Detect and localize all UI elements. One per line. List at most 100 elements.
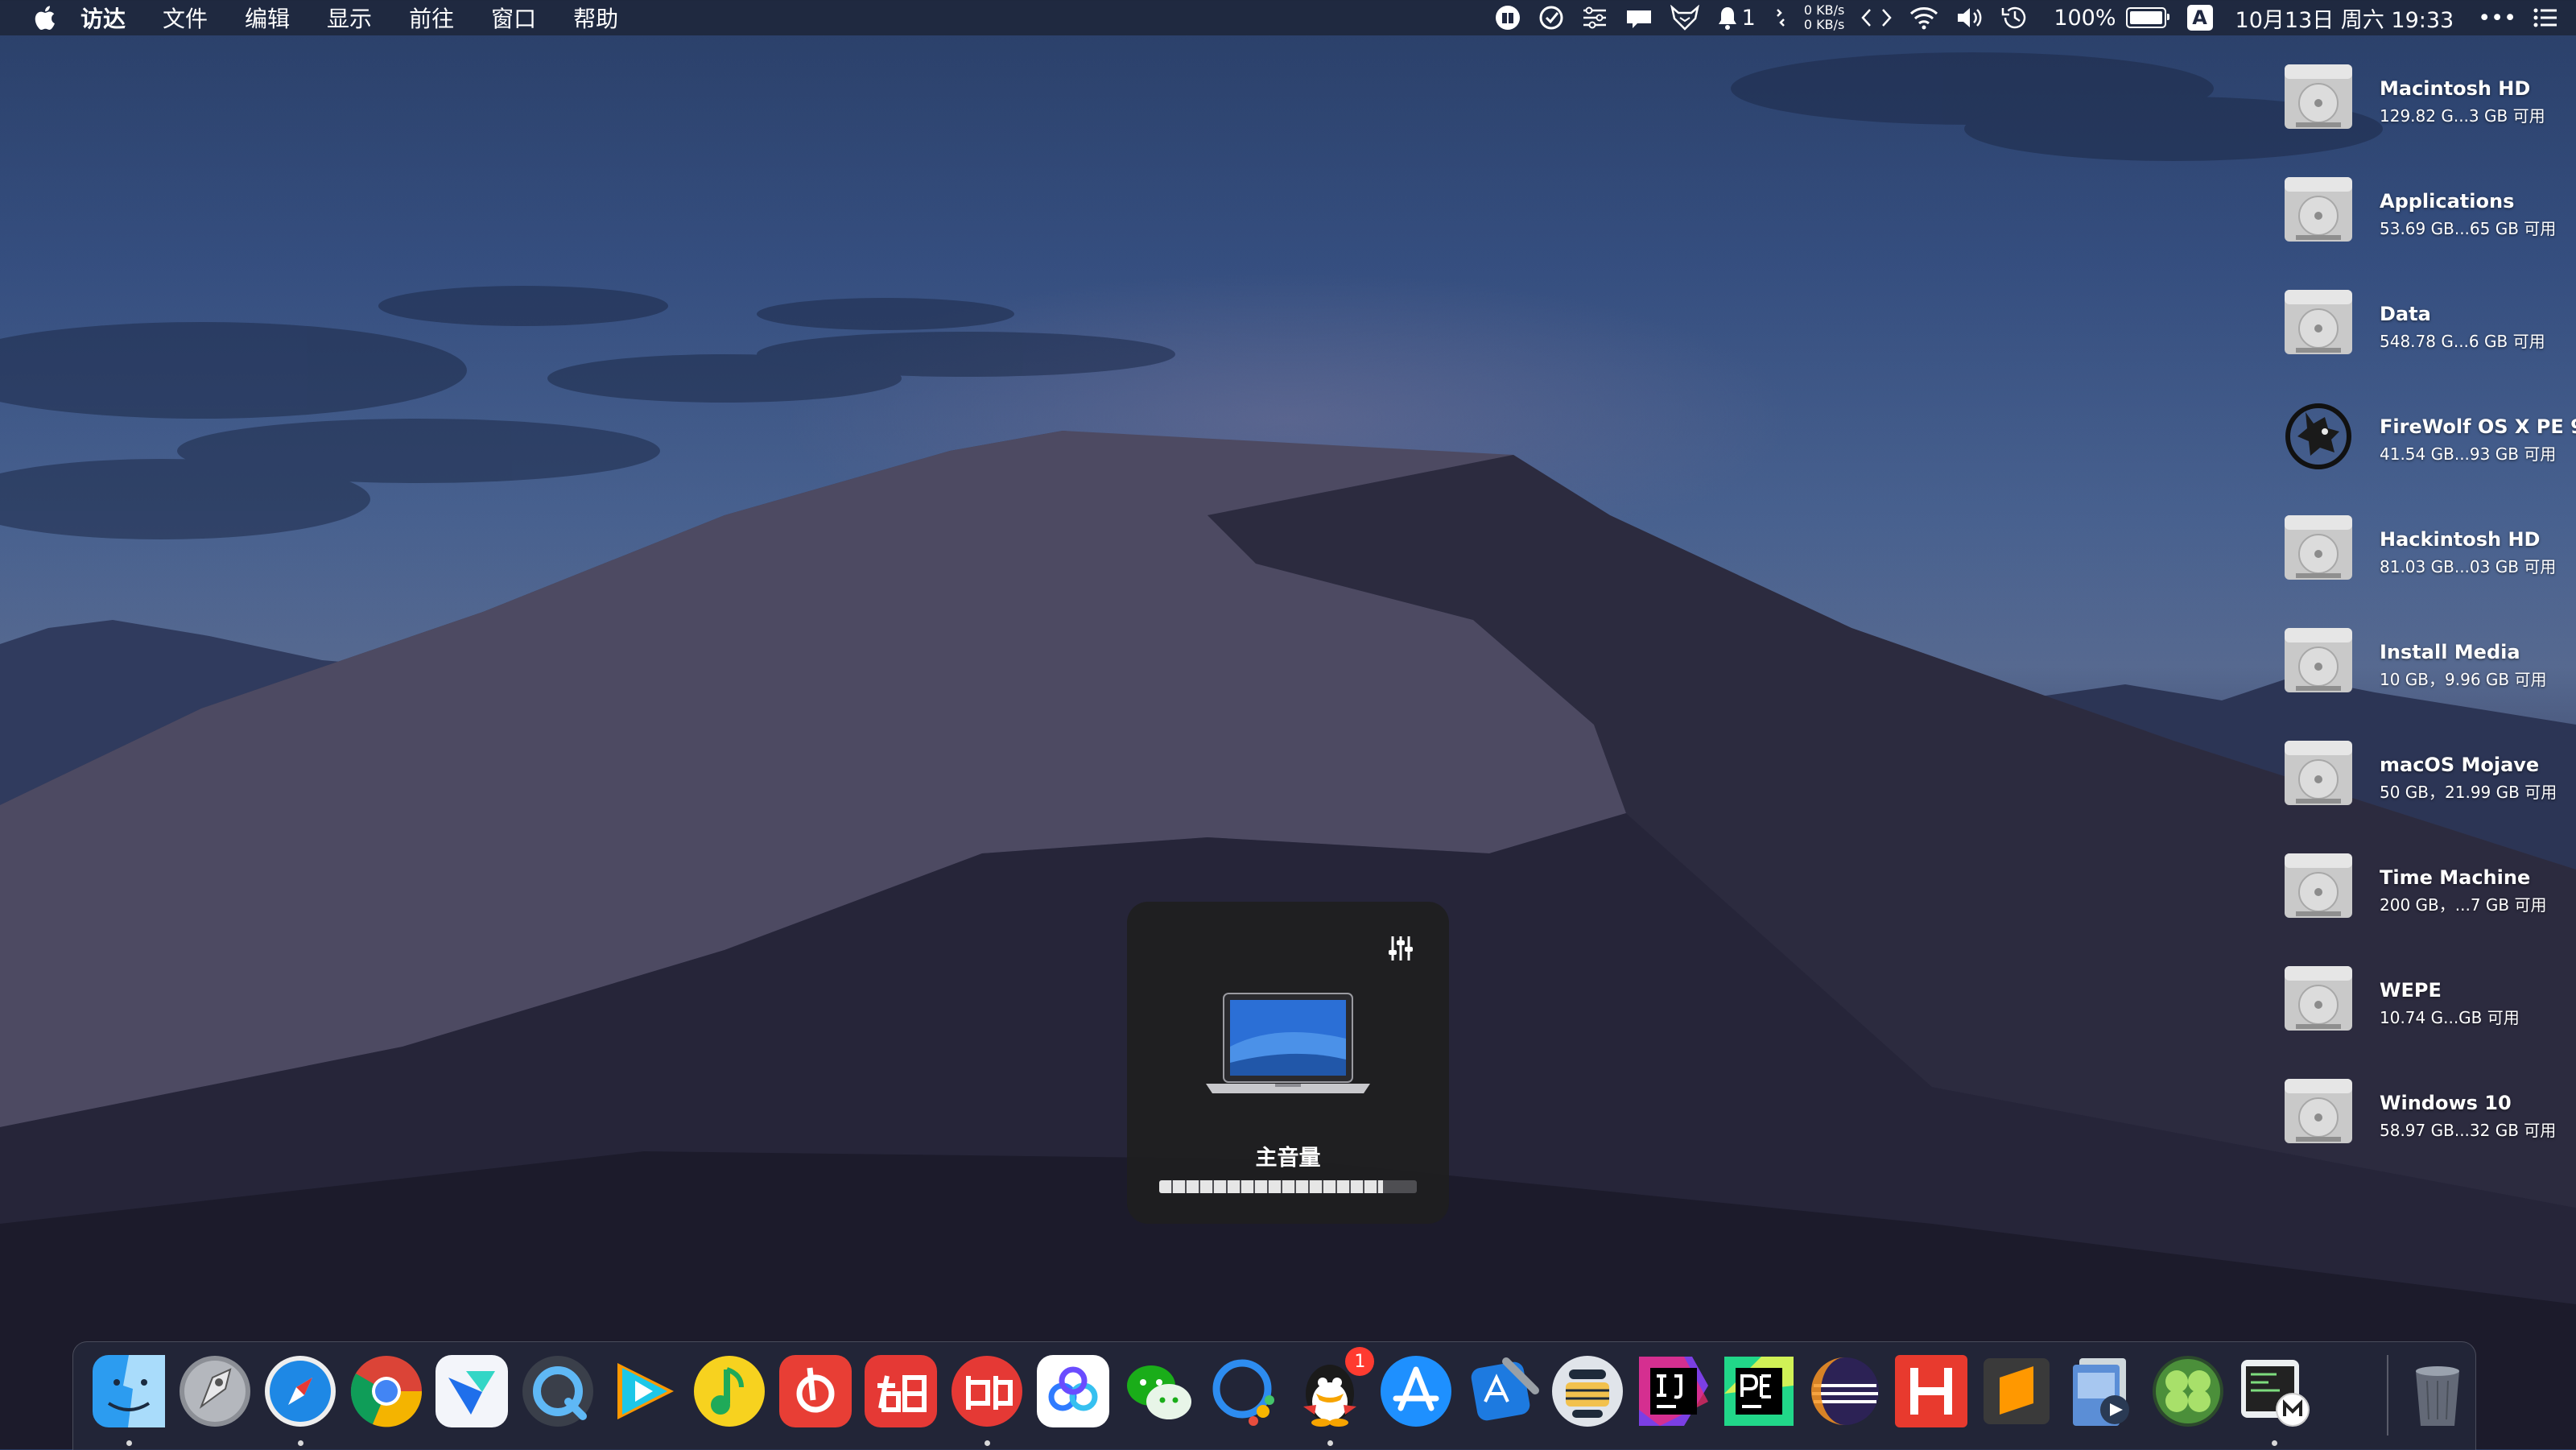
dock-app-chrome[interactable] bbox=[349, 1353, 424, 1429]
baidu-netdisk-icon bbox=[1036, 1355, 1109, 1427]
dock-app-youdao[interactable] bbox=[863, 1353, 939, 1429]
dock-app-app-store[interactable] bbox=[1378, 1353, 1454, 1429]
menu-edit[interactable]: 编辑 bbox=[245, 2, 290, 34]
netease-music-icon bbox=[778, 1355, 852, 1427]
notification-count: 1 bbox=[1741, 5, 1756, 31]
volume-info: 200 GB，...7 GB 可用 bbox=[2380, 895, 2547, 915]
volume-info: 53.69 GB...65 GB 可用 bbox=[2380, 219, 2557, 238]
menu-app-finder[interactable]: 访达 bbox=[80, 2, 126, 34]
speaker-icon[interactable] bbox=[1955, 0, 1984, 35]
volume-hackintosh-hd[interactable]: Hackintosh HD 81.03 GB...03 GB 可用 bbox=[2275, 504, 2573, 593]
running-indicator-netease-mail bbox=[985, 1440, 990, 1446]
dock-app-finder[interactable] bbox=[91, 1353, 167, 1429]
chrome-icon bbox=[350, 1356, 422, 1427]
tencent-video-icon bbox=[617, 1363, 674, 1419]
volume-install-media[interactable]: Install Media 10 GB，9.96 GB 可用 bbox=[2275, 617, 2573, 705]
firewolf-icon bbox=[2285, 403, 2351, 469]
dock-app-feishu[interactable] bbox=[434, 1353, 510, 1429]
volume-level-bar bbox=[1159, 1180, 1417, 1193]
notification-center-icon[interactable] bbox=[2533, 0, 2558, 35]
volume-wepe[interactable]: WEPE 10.74 G...GB 可用 bbox=[2275, 955, 2573, 1043]
dock-app-tencent-video[interactable] bbox=[606, 1353, 682, 1429]
input-method-indicator[interactable]: A bbox=[2186, 5, 2213, 31]
hard-disk-icon bbox=[2285, 628, 2352, 692]
dock-app-qq[interactable]: 1 bbox=[1292, 1347, 1375, 1429]
volume-info: 129.82 G...3 GB 可用 bbox=[2380, 106, 2545, 126]
hard-disk-icon bbox=[2285, 853, 2352, 918]
more-icon[interactable]: ••• bbox=[2478, 6, 2516, 31]
dock-app-wecom[interactable] bbox=[1207, 1353, 1282, 1429]
hard-disk-icon bbox=[2285, 177, 2352, 242]
hud-label: 主音量 bbox=[1255, 1146, 1321, 1171]
app-store-icon bbox=[1381, 1356, 1451, 1427]
reader-icon[interactable] bbox=[1494, 0, 1521, 35]
eclipse-icon bbox=[1811, 1357, 1879, 1425]
volume-data[interactable]: Data 548.78 G...6 GB 可用 bbox=[2275, 279, 2573, 367]
menu-window[interactable]: 窗口 bbox=[491, 2, 536, 34]
volume-time-machine[interactable]: Time Machine 200 GB，...7 GB 可用 bbox=[2275, 842, 2573, 931]
menu-bar-status: 1 0 KB/s 0 KB/s 100% A 10月13日 周六 19:33 •… bbox=[1478, 0, 2558, 35]
dock-app-eclipse[interactable] bbox=[1807, 1353, 1883, 1429]
menu-view[interactable]: 显示 bbox=[327, 2, 372, 34]
menu-bar: 访达 文件 编辑 显示 前往 窗口 帮助 1 0 KB/s 0 KB/s 100… bbox=[0, 0, 2576, 35]
quicktime-icon bbox=[522, 1356, 593, 1427]
dock-app-quicktime[interactable] bbox=[520, 1353, 596, 1429]
dock-app-lantern[interactable] bbox=[1550, 1353, 1625, 1429]
qq-unread-badge: 1 bbox=[1345, 1347, 1375, 1376]
hard-disk-icon bbox=[2285, 64, 2352, 129]
running-indicator-terminal-markdown bbox=[2272, 1440, 2277, 1446]
hard-disk-icon bbox=[2285, 290, 2352, 354]
wecom-icon bbox=[1212, 1359, 1274, 1426]
dock-app-xcode[interactable] bbox=[1464, 1353, 1540, 1429]
volume-firewolf[interactable]: FireWolf OS X PE 9 41.54 GB...93 GB 可用 bbox=[2275, 391, 2576, 480]
feishu-icon bbox=[436, 1355, 509, 1427]
dock-app-netease-mail[interactable] bbox=[949, 1353, 1025, 1429]
sliders-icon[interactable] bbox=[1386, 934, 1415, 963]
launchpad-icon bbox=[179, 1356, 250, 1427]
network-upload: 0 KB/s bbox=[1803, 2, 1845, 18]
menu-help[interactable]: 帮助 bbox=[573, 2, 618, 34]
check-icon[interactable] bbox=[1538, 0, 1565, 35]
running-indicator-finder bbox=[126, 1440, 132, 1446]
dock-app-trash[interactable] bbox=[2400, 1353, 2475, 1429]
megaphone-icon[interactable] bbox=[1624, 0, 1653, 35]
dock-app-safari[interactable] bbox=[262, 1353, 338, 1429]
dock-app-terminal-markdown[interactable] bbox=[2236, 1353, 2312, 1429]
dock-app-sublime-text[interactable] bbox=[1979, 1353, 2054, 1429]
safari-icon bbox=[265, 1356, 336, 1427]
dock-app-baidu-netdisk[interactable] bbox=[1035, 1353, 1111, 1429]
volume-info: 58.97 GB...32 GB 可用 bbox=[2380, 1121, 2557, 1140]
code-brackets-icon[interactable] bbox=[1860, 0, 1893, 35]
menubar-clock[interactable]: 10月13日 周六 19:33 bbox=[2235, 2, 2454, 34]
dock-app-preview[interactable] bbox=[2065, 1353, 2140, 1429]
bell-icon[interactable] bbox=[1716, 0, 1739, 35]
fox-icon[interactable] bbox=[1670, 0, 1700, 35]
wifi-icon[interactable] bbox=[1909, 0, 1939, 35]
volume-macintosh-hd[interactable]: Macintosh HD 129.82 G...3 GB 可用 bbox=[2275, 53, 2573, 142]
pin-icon[interactable] bbox=[1772, 0, 1790, 35]
clover-icon bbox=[2153, 1356, 2224, 1427]
volume-name: Time Machine bbox=[2380, 866, 2531, 889]
dock-app-qq-music[interactable] bbox=[691, 1353, 767, 1429]
dock-app-intellij-idea[interactable] bbox=[1636, 1353, 1711, 1429]
dock-app-clover[interactable] bbox=[2150, 1353, 2226, 1429]
time-machine-icon[interactable] bbox=[2000, 0, 2029, 35]
youdao-icon bbox=[865, 1355, 938, 1427]
dock-app-hbuilder[interactable] bbox=[1893, 1353, 1969, 1429]
desktop-wallpaper bbox=[0, 52, 2576, 1449]
menu-go[interactable]: 前往 bbox=[409, 2, 454, 34]
volume-windows-10[interactable]: Windows 10 58.97 GB...32 GB 可用 bbox=[2275, 1068, 2573, 1156]
battery-percent[interactable]: 100% bbox=[2054, 6, 2116, 31]
sliders-icon[interactable] bbox=[1581, 0, 1608, 35]
dock-app-wechat[interactable] bbox=[1121, 1353, 1196, 1429]
volume-info: 50 GB，21.99 GB 可用 bbox=[2380, 783, 2557, 802]
volume-applications[interactable]: Applications 53.69 GB...65 GB 可用 bbox=[2275, 166, 2573, 254]
dock-app-launchpad[interactable] bbox=[177, 1353, 253, 1429]
volume-macos-mojave[interactable]: macOS Mojave 50 GB，21.99 GB 可用 bbox=[2275, 729, 2573, 818]
dock-app-netease-music[interactable] bbox=[778, 1353, 853, 1429]
dock-app-pycharm[interactable] bbox=[1721, 1353, 1797, 1429]
menu-file[interactable]: 文件 bbox=[163, 2, 208, 34]
apple-menu-icon[interactable] bbox=[32, 4, 56, 31]
battery-icon[interactable] bbox=[2125, 7, 2169, 28]
menu-bar-left: 访达 文件 编辑 显示 前往 窗口 帮助 bbox=[0, 0, 655, 35]
